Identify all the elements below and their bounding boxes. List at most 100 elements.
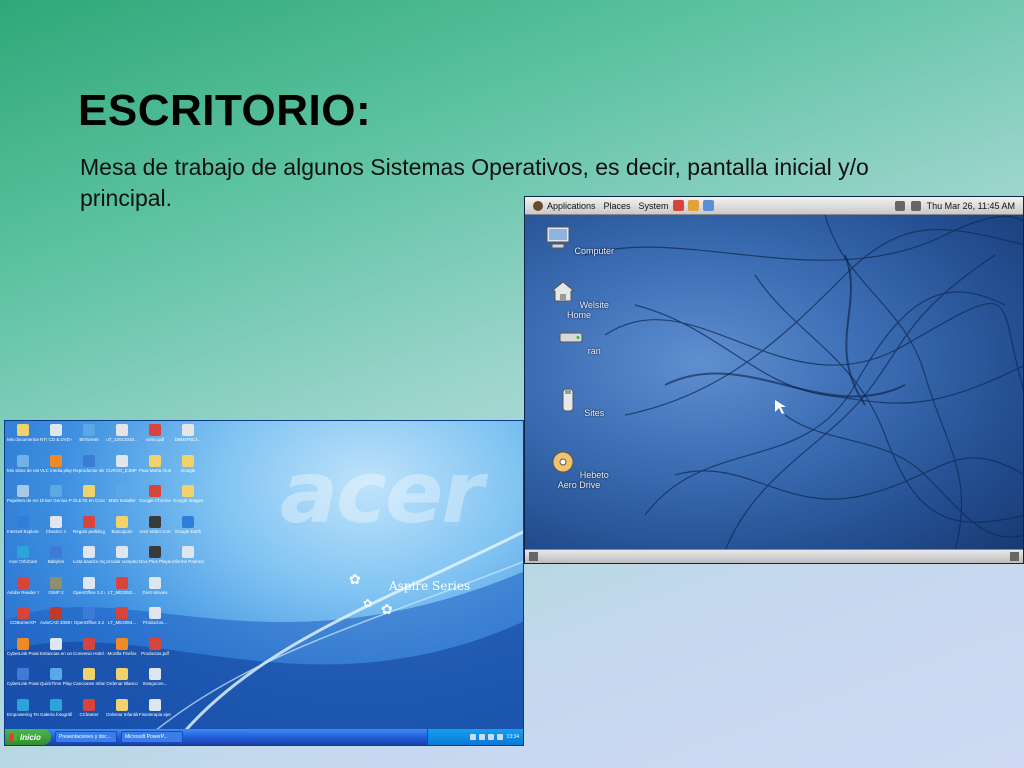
desktop-icon[interactable]: Reproductor de Window...: [73, 454, 105, 485]
desktop-icon[interactable]: Driver Genius PE V9.0.0.1...: [40, 484, 72, 515]
network-icon[interactable]: [894, 200, 905, 211]
app-icon: [50, 485, 62, 497]
desktop-icon[interactable]: circular cumplea...: [106, 545, 138, 576]
desktop-icon[interactable]: VLC media player: [40, 454, 72, 485]
desktop-icon[interactable]: Mis documentos: [7, 423, 39, 454]
desktop-icon[interactable]: MSN Installer: [106, 484, 138, 515]
desktop-icon[interactable]: informe Padres(7)...: [172, 545, 204, 576]
desktop-icon[interactable]: Productos...: [139, 606, 171, 637]
desktop-icon[interactable]: Ordenar Infantiles: [106, 698, 138, 729]
desktop-icon[interactable]: Regalo pedido.jpg: [73, 515, 105, 546]
system-tray: 13:34: [427, 729, 523, 745]
desktop-icon[interactable]: Babylon: [40, 545, 72, 576]
desktop-icon[interactable]: Galería fotográfica...: [40, 698, 72, 729]
desktop-icon[interactable]: uT_22012010...: [106, 423, 138, 454]
tray-icon[interactable]: [479, 734, 486, 740]
icon-label: Internet Explorer: [7, 528, 39, 534]
optical-drive-icon: [552, 451, 574, 473]
desktop-icon[interactable]: DivX Movies: [139, 576, 171, 607]
desktop-icon[interactable]: CyberLink PowerDVD: [7, 637, 39, 668]
desktop-icon[interactable]: Acer OrbiCam: [7, 545, 39, 576]
icon-label: Google Earth: [174, 528, 202, 534]
firefox-launcher-icon[interactable]: [672, 200, 684, 211]
desktop-icon[interactable]: D8M4F6C4...: [172, 423, 204, 454]
app-icon: [50, 546, 62, 558]
desktop-icon[interactable]: DLETE en Coco: [73, 484, 105, 515]
desktop-icon-optical[interactable]: Hebeto Aero Drive: [539, 449, 619, 490]
app-icon: [83, 546, 95, 558]
desktop-icon[interactable]: Buscapolo: [106, 515, 138, 546]
applications-menu[interactable]: Applications: [533, 200, 596, 211]
desktop-icon-home[interactable]: Welsite Home: [539, 279, 619, 320]
panel-clock[interactable]: Thu Mar 26, 11:45 AM: [927, 201, 1015, 211]
desktop-icon[interactable]: CyberLink PowerProd...: [7, 667, 39, 698]
trash-icon[interactable]: [1010, 552, 1019, 561]
desktop-icon[interactable]: Internet Explorer: [7, 515, 39, 546]
desktop-icon[interactable]: GIMP 2: [40, 576, 72, 607]
taskbar-item-explorer[interactable]: Presentaciones y doc...: [55, 731, 117, 743]
desktop-icon[interactable]: QuickTime Player: [40, 667, 72, 698]
volume-icon[interactable]: [910, 200, 921, 211]
desktop-icon-sites[interactable]: Sites: [539, 387, 619, 418]
app-icon: [17, 637, 29, 650]
windows-desktop-screenshot: acer Aspire Series ✿ ✿ ✿ Mis documentos N…: [4, 420, 524, 746]
desktop-icon[interactable]: LT_ME2052...: [106, 576, 138, 607]
desktop-icon[interactable]: Divx Plus Player: [139, 545, 171, 576]
desktop-icon[interactable]: Empowering Technology: [7, 698, 39, 729]
show-desktop-icon[interactable]: [529, 552, 538, 561]
icon-label: Empowering Technology: [7, 711, 39, 717]
gnome-top-panel: Applications Places System Thu Mar 26, 1…: [525, 197, 1023, 215]
desktop-icon[interactable]: CDBurnerXP: [7, 606, 39, 637]
desktop-icon[interactable]: Lista bautizo regalos.doc: [73, 545, 105, 576]
app-icon: [17, 607, 29, 619]
desktop-icon[interactable]: NTI CD & DVD-Maker 7: [40, 423, 72, 454]
desktop-icon[interactable]: CURSO_EJMP LTRAC.DOC: [106, 454, 138, 485]
desktop-icon[interactable]: Google Chrome: [139, 484, 171, 515]
icon-label: informe Padres(7)...: [172, 559, 204, 564]
icon-label: D8M4F6C4...: [174, 437, 202, 442]
desktop-icon-drive[interactable]: ran: [539, 325, 619, 356]
help-launcher-icon[interactable]: [702, 200, 714, 211]
app-icon: [116, 637, 128, 650]
desktop-icon[interactable]: Papelera de reciclaje: [7, 484, 39, 515]
system-menu[interactable]: System: [639, 201, 669, 211]
tray-icon[interactable]: [470, 734, 477, 740]
desktop-icon[interactable]: Adobe Reader 7.0: [7, 576, 39, 607]
desktop-icon[interactable]: curso.pdf: [139, 423, 171, 454]
places-menu[interactable]: Places: [604, 201, 631, 211]
desktop-icon[interactable]: Google Earth: [172, 515, 204, 546]
desktop-icon[interactable]: Estancias en un Hotel.xls: [40, 637, 72, 668]
app-icon: [50, 576, 62, 589]
desktop-icon[interactable]: BitTorrent: [73, 423, 105, 454]
desktop-icon[interactable]: Google: [172, 454, 204, 485]
slide-title: ESCRITORIO:: [78, 86, 372, 135]
app-icon: [17, 546, 29, 558]
desktop-icon[interactable]: OpenOffice 3.2: [73, 606, 105, 637]
desktop-icon[interactable]: Convenio Hotel.pdf: [73, 637, 105, 668]
app-icon: [17, 424, 29, 436]
desktop-icon[interactable]: Mozilla Firefox: [106, 637, 138, 668]
desktop-icon[interactable]: Google Images: [172, 484, 204, 515]
desktop-icon[interactable]: LT_ME2084...: [106, 606, 138, 637]
icon-label: Insegucen...: [142, 681, 168, 686]
mail-launcher-icon[interactable]: [687, 200, 699, 211]
icon-label: Productos.pdf: [141, 650, 169, 656]
desktop-icon[interactable]: Productos.pdf: [139, 637, 171, 668]
desktop-icon[interactable]: Checkro 1: [40, 515, 72, 546]
start-button[interactable]: Inicio: [5, 729, 51, 745]
taskbar-item-powerpoint[interactable]: Microsoft PowerP...: [121, 731, 183, 743]
desktop-icon[interactable]: Ordenar Blanco: [106, 667, 138, 698]
desktop-icon[interactable]: AutoCAD 2008 España: [40, 606, 72, 637]
desktop-icon-computer[interactable]: Computer: [539, 225, 619, 256]
tray-icon[interactable]: [488, 734, 495, 740]
tray-icon[interactable]: [497, 734, 504, 740]
desktop-icon[interactable]: Canciones Infantiles: [73, 667, 105, 698]
desktop-icon[interactable]: Para Marta Alumno ...: [139, 454, 171, 485]
app-icon: [50, 607, 62, 619]
desktop-icon[interactable]: Mis sitios de red: [7, 454, 39, 485]
desktop-icon[interactable]: Ares Video Converter: [139, 515, 171, 546]
desktop-icon[interactable]: Fisioterapia ejercicios en...: [139, 698, 171, 729]
desktop-icon[interactable]: CCleaner: [73, 698, 105, 729]
desktop-icon[interactable]: OpenOffice 3.2 (es) Ins...: [73, 576, 105, 607]
desktop-icon[interactable]: Insegucen...: [139, 667, 171, 698]
